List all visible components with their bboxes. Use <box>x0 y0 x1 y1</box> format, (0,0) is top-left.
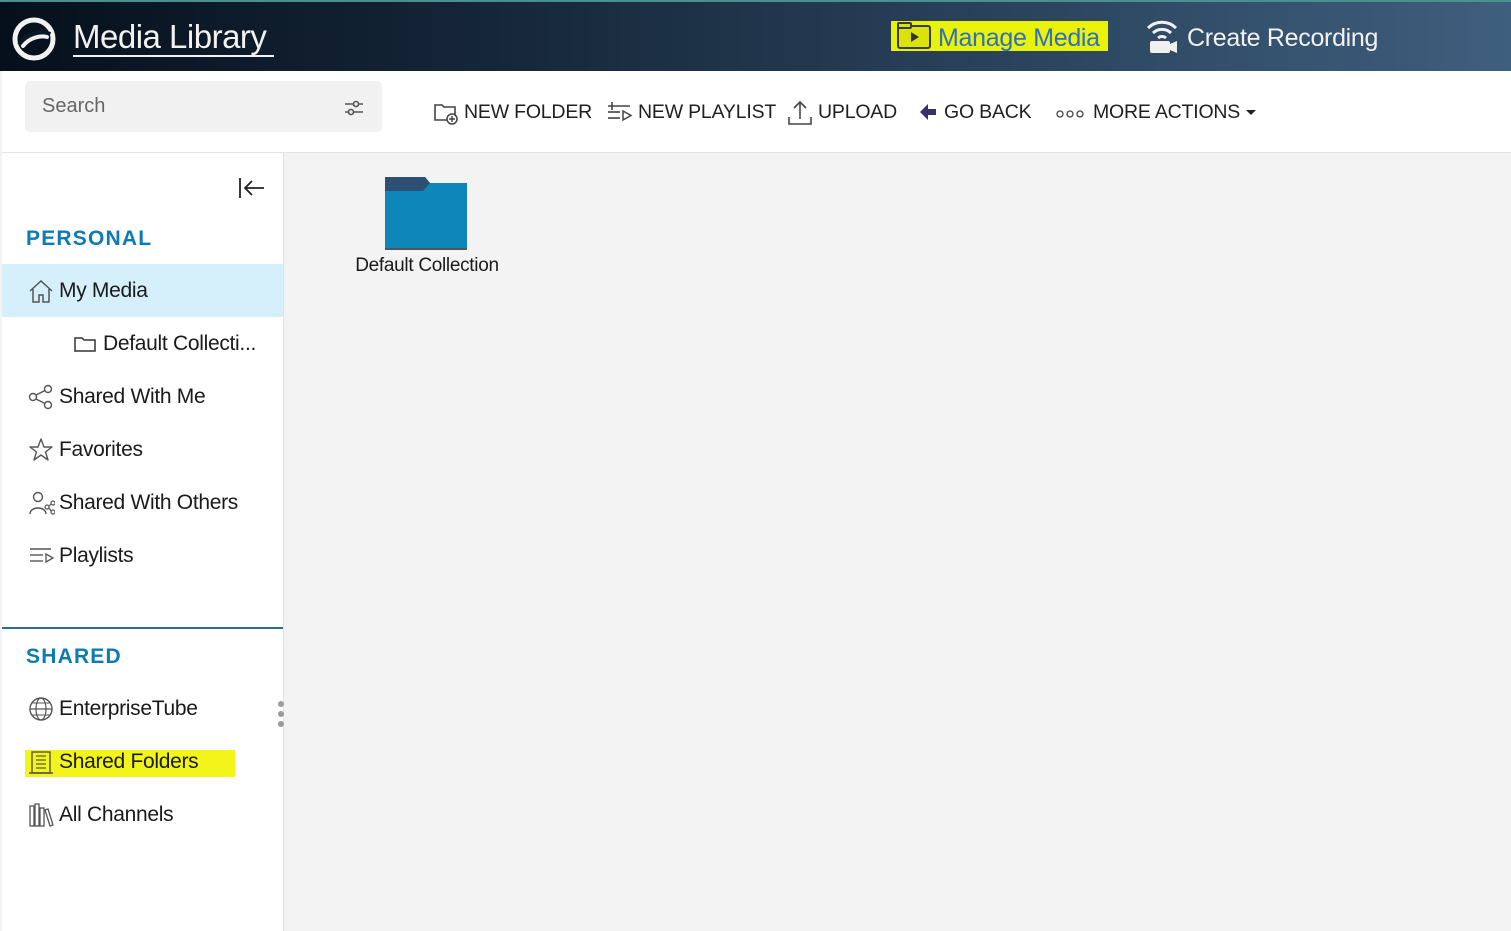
app-title[interactable]: Media Library <box>73 19 275 57</box>
search-input[interactable]: Search <box>25 81 382 132</box>
globe-icon <box>29 697 53 721</box>
sidebar-item-my-media[interactable]: My Media <box>2 264 283 317</box>
library-icon <box>29 803 54 827</box>
upload-button[interactable]: UPLOAD <box>786 97 897 127</box>
sidebar: PERSONAL My Media Default Collecti... Sh… <box>2 153 284 931</box>
folder-icon <box>385 177 467 250</box>
sidebar-item-favorites[interactable]: Favorites <box>2 423 283 476</box>
sidebar-item-playlists[interactable]: Playlists <box>2 529 283 582</box>
upload-icon <box>788 100 812 125</box>
go-back-label: GO BACK <box>944 101 1032 123</box>
sidebar-item-enterprisetube[interactable]: EnterpriseTube <box>2 682 283 735</box>
collapse-sidebar-icon[interactable] <box>236 175 266 201</box>
personal-section-title: PERSONAL <box>26 227 153 250</box>
go-back-button[interactable]: GO BACK <box>916 97 1032 127</box>
star-icon <box>29 438 53 461</box>
new-folder-icon <box>434 104 458 125</box>
new-folder-button[interactable]: NEW FOLDER <box>432 97 592 127</box>
section-divider <box>2 627 283 629</box>
app-logo-icon <box>12 17 56 61</box>
new-playlist-button[interactable]: NEW PLAYLIST <box>606 97 776 127</box>
more-actions-label: MORE ACTIONS <box>1093 101 1241 123</box>
more-options-icon[interactable] <box>276 699 286 729</box>
sidebar-item-label: Shared With Me <box>59 385 206 408</box>
new-folder-label: NEW FOLDER <box>464 101 593 123</box>
create-recording-link[interactable]: Create Recording <box>1187 23 1378 53</box>
sidebar-item-label: EnterpriseTube <box>59 697 198 720</box>
playlist-icon <box>30 548 55 564</box>
user-share-icon <box>29 491 55 515</box>
caret-down-icon <box>1246 110 1257 115</box>
sidebar-item-label: All Channels <box>59 803 174 826</box>
sidebar-item-shared-folders[interactable]: Shared Folders <box>2 735 283 788</box>
shared-section-title: SHARED <box>26 645 122 668</box>
sidebar-item-label: Playlists <box>59 544 134 567</box>
folder-icon <box>74 337 96 352</box>
more-dots-icon <box>1056 110 1084 118</box>
share-icon <box>28 384 53 410</box>
new-playlist-label: NEW PLAYLIST <box>638 101 777 123</box>
sidebar-item-label: Default Collecti... <box>103 332 257 355</box>
sidebar-item-shared-with-others[interactable]: Shared With Others <box>2 476 283 529</box>
filter-sliders-icon[interactable] <box>343 97 365 119</box>
sidebar-item-all-channels[interactable]: All Channels <box>2 788 283 841</box>
building-icon <box>29 751 53 774</box>
arrow-left-icon <box>920 104 936 120</box>
new-playlist-icon <box>608 102 633 122</box>
sidebar-item-label: Favorites <box>59 438 143 461</box>
top-header: Media Library Manage Media Create Record… <box>0 0 1511 71</box>
sidebar-item-default-collection[interactable]: Default Collecti... <box>2 317 283 370</box>
folder-label: Default Collection <box>355 255 499 276</box>
more-actions-button[interactable]: MORE ACTIONS <box>1055 97 1262 127</box>
search-placeholder: Search <box>42 95 106 117</box>
folder-tile-default-collection[interactable]: Default Collection <box>345 175 509 285</box>
sidebar-item-label: Shared With Others <box>59 491 239 514</box>
sidebar-item-label: Shared Folders <box>59 750 199 773</box>
create-recording-icon[interactable] <box>1143 16 1181 54</box>
sidebar-item-label: My Media <box>59 279 148 302</box>
manage-media-icon[interactable] <box>895 21 933 51</box>
manage-media-link[interactable]: Manage Media <box>938 23 1100 53</box>
sidebar-item-shared-with-me[interactable]: Shared With Me <box>2 370 283 423</box>
toolbar: Search NEW FOLDER NEW PLAYLIST UPLOAD GO… <box>2 71 1511 153</box>
upload-label: UPLOAD <box>818 101 897 123</box>
home-icon <box>29 279 53 303</box>
